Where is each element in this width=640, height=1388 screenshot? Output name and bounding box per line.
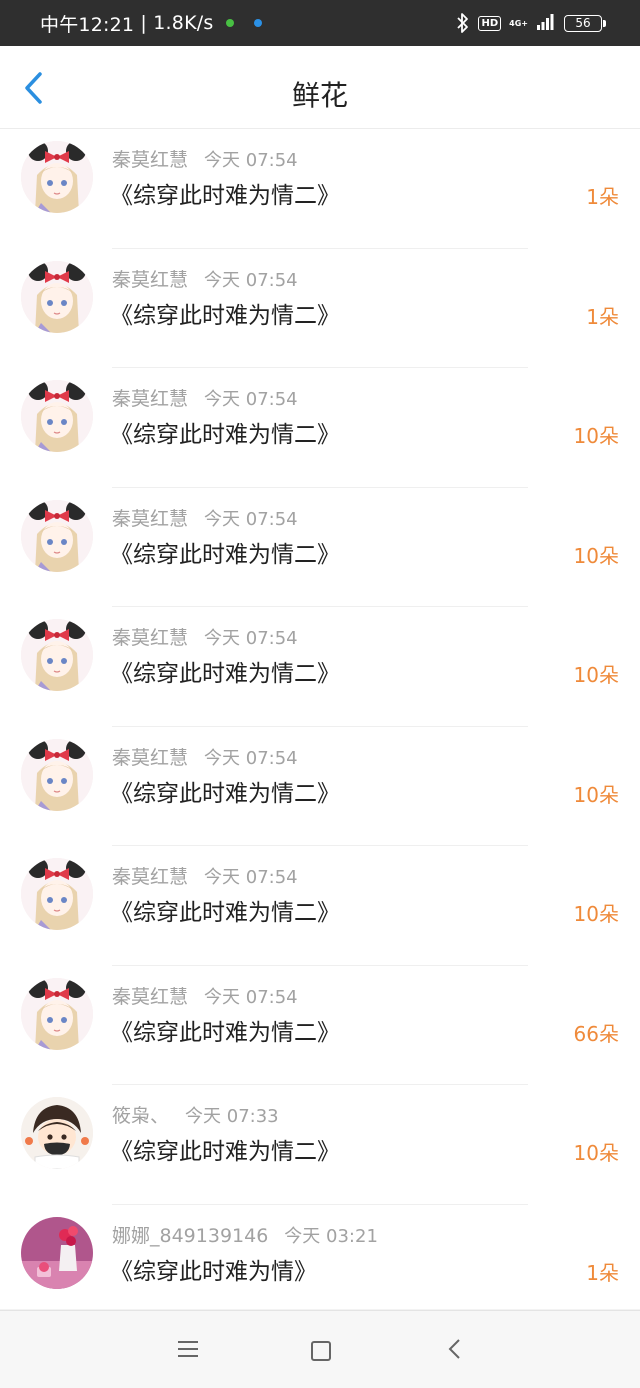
list-item[interactable]: 娜娜_849139146 今天 03:21 《综穿此时难为情》 1朵: [0, 1205, 640, 1310]
book-title: 《综穿此时难为情二》: [110, 302, 340, 329]
avatar[interactable]: [21, 619, 93, 691]
avatar[interactable]: [21, 1216, 93, 1289]
flower-count: 10朵: [573, 782, 619, 807]
avatar[interactable]: [21, 858, 93, 930]
timestamp: 今天 07:54: [204, 508, 298, 530]
item-meta: 筱枭、 今天 07:33: [112, 1101, 279, 1128]
username[interactable]: 秦莫红慧: [112, 986, 188, 1008]
timestamp: 今天 07:54: [204, 747, 298, 769]
flower-count: 10朵: [573, 663, 619, 687]
book-title: 《综穿此时难为情二》: [110, 661, 340, 687]
list-item[interactable]: 秦莫红慧 今天 07:54 《综穿此时难为情二》 10朵: [0, 607, 640, 727]
book-title: 《综穿此时难为情二》: [110, 422, 340, 448]
network-type-label: 4G+: [509, 18, 528, 28]
avatar[interactable]: [21, 380, 93, 452]
green-dot-icon: [226, 19, 235, 27]
signal-icon: [536, 12, 556, 34]
item-meta: 秦莫红慧 今天 07:54: [112, 862, 298, 889]
list-item[interactable]: 秦莫红慧 今天 07:54 《综穿此时难为情二》 10朵: [0, 846, 640, 966]
timestamp: 今天 07:54: [204, 389, 298, 410]
hd-icon: HD: [478, 15, 502, 31]
navigation-bar: [0, 1310, 640, 1388]
book-title: 《综穿此时难为情二》: [110, 541, 340, 568]
header: 鲜花: [0, 46, 640, 129]
battery-icon: 56: [564, 14, 606, 32]
list-item[interactable]: 秦莫红慧 今天 07:54 《综穿此时难为情二》 66朵: [0, 966, 640, 1086]
avatar[interactable]: [21, 977, 93, 1050]
back-icon[interactable]: [447, 1339, 461, 1359]
avatar[interactable]: [21, 499, 93, 572]
username[interactable]: 秦莫红慧: [112, 388, 188, 410]
flower-count: 1朵: [586, 185, 619, 209]
item-meta: 秦莫红慧 今天 07:54: [112, 145, 298, 172]
item-meta: 秦莫红慧 今天 07:54: [112, 982, 298, 1009]
list-item[interactable]: 秦莫红慧 今天 07:54 《综穿此时难为情二》 10朵: [0, 488, 640, 608]
username[interactable]: 秦莫红慧: [112, 508, 188, 530]
status-bar: 中午12:21 | 1.8K/s HD 4G+ 56: [0, 0, 640, 46]
username[interactable]: 秦莫红慧: [112, 747, 188, 769]
menu-icon[interactable]: [178, 1341, 198, 1359]
book-title: 《综穿此时难为情》: [110, 1258, 317, 1285]
timestamp: 今天 07:54: [204, 628, 298, 649]
timestamp: 今天 07:33: [185, 1106, 279, 1127]
flower-count: 10朵: [573, 902, 619, 926]
username[interactable]: 筱枭、: [112, 1105, 169, 1127]
bluetooth-icon: [456, 12, 470, 34]
list-item[interactable]: 秦莫红慧 今天 07:54 《综穿此时难为情二》 10朵: [0, 368, 640, 488]
flower-count: 1朵: [586, 1260, 619, 1285]
timestamp: 今天 03:21: [284, 1225, 378, 1247]
book-title: 《综穿此时难为情二》: [110, 1019, 340, 1046]
avatar[interactable]: [21, 141, 93, 213]
list-item[interactable]: 秦莫红慧 今天 07:54 《综穿此时难为情二》 1朵: [0, 249, 640, 369]
list-item[interactable]: 秦莫红慧 今天 07:54 《综穿此时难为情二》 10朵: [0, 727, 640, 847]
username[interactable]: 秦莫红慧: [112, 627, 188, 649]
book-title: 《综穿此时难为情二》: [110, 183, 340, 209]
list-item[interactable]: 秦莫红慧 今天 07:54 《综穿此时难为情二》 1朵: [0, 129, 640, 249]
flower-count: 10朵: [573, 424, 619, 448]
avatar[interactable]: [21, 260, 93, 333]
username[interactable]: 秦莫红慧: [112, 866, 188, 888]
status-divider: |: [134, 12, 154, 34]
network-speed: 1.8K/s: [153, 12, 214, 34]
timestamp: 今天 07:54: [204, 150, 298, 171]
timestamp: 今天 07:54: [204, 867, 298, 888]
book-title: 《综穿此时难为情二》: [110, 900, 340, 926]
flower-list: 秦莫红慧 今天 07:54 《综穿此时难为情二》 1朵 秦莫红慧 今天 07:54 《综穿此…: [0, 129, 640, 1309]
item-meta: 秦莫红慧 今天 07:54: [112, 743, 298, 770]
status-left: 中午12:21 | 1.8K/s: [40, 0, 263, 46]
flower-count: 66朵: [573, 1021, 619, 1046]
page-title: 鲜花: [291, 79, 348, 112]
blue-dot-icon: [254, 19, 263, 27]
book-title: 《综穿此时难为情二》: [110, 780, 340, 807]
status-time: 中午12:21: [40, 13, 135, 36]
status-right: HD 4G+ 56: [456, 0, 606, 46]
flower-count: 10朵: [573, 1141, 619, 1165]
username[interactable]: 娜娜_849139146: [112, 1225, 268, 1247]
timestamp: 今天 07:54: [204, 986, 298, 1008]
flower-count: 10朵: [573, 543, 619, 568]
book-title: 《综穿此时难为情二》: [110, 1139, 340, 1165]
item-meta: 秦莫红慧 今天 07:54: [112, 504, 298, 531]
username[interactable]: 秦莫红慧: [112, 149, 188, 171]
item-meta: 秦莫红慧 今天 07:54: [112, 623, 298, 650]
avatar[interactable]: [21, 1097, 93, 1169]
list-item[interactable]: 筱枭、 今天 07:33 《综穿此时难为情二》 10朵: [0, 1085, 640, 1205]
item-meta: 秦莫红慧 今天 07:54: [112, 384, 298, 411]
network-type: 4G+: [509, 19, 528, 28]
flower-count: 1朵: [586, 304, 619, 329]
avatar[interactable]: [21, 738, 93, 811]
timestamp: 今天 07:54: [204, 269, 298, 291]
username[interactable]: 秦莫红慧: [112, 269, 188, 291]
item-meta: 娜娜_849139146 今天 03:21: [112, 1221, 378, 1248]
item-meta: 秦莫红慧 今天 07:54: [112, 265, 298, 292]
home-icon[interactable]: [311, 1341, 331, 1361]
